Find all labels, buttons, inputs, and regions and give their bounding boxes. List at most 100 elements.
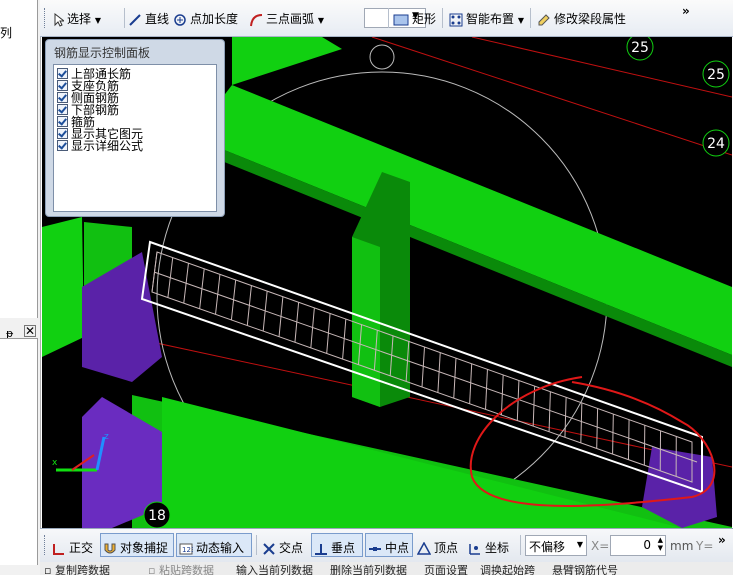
unit-label: mm [670,539,694,553]
toolbar-grip[interactable] [44,535,48,555]
axis-line [471,37,732,98]
checkbox[interactable] [57,68,68,79]
checkbox[interactable] [57,128,68,139]
rebar-display-panel: 钢筋显示控制面板 上部通长筋 支座负筋 侧面钢筋 下部钢筋 箍筋 显示其它图元 … [45,39,225,217]
rectangle-label: 矩形 [412,12,437,26]
modify-beam-button[interactable]: 修改梁段属性 [537,10,626,27]
input-column-button[interactable]: 输入当前列数据 [236,562,313,575]
green-beam-side [192,137,732,367]
green-beam-bottom [162,397,682,528]
axis-label-25b: 25 [707,67,725,83]
green-beam [232,37,342,85]
axis-line [371,37,732,156]
rectangle-icon [393,14,409,25]
left-dock-lower-pane [0,338,38,565]
pointer-icon [54,12,64,27]
cantilever-code-button[interactable]: 悬臂钢筋代号 [552,562,618,575]
toolbar-overflow-button[interactable]: » [682,4,690,18]
vertex-icon [417,541,431,555]
coordinate-button[interactable]: 坐标 [468,539,509,556]
rotation-handle[interactable] [369,44,395,70]
select-label: 选择 [67,12,92,26]
offset-mode-select[interactable]: 不偏移 ▼ [525,535,587,556]
copy-span-button[interactable]: ▫ 复制跨数据 [44,562,110,575]
copy-span-label: 复制跨数据 [54,564,110,575]
svg-text:z: z [104,432,109,442]
smart-layout-icon [449,13,463,26]
toolbar-separator [256,535,257,555]
offset-mode-value: 不偏移 [529,540,566,554]
modify-beam-label: 修改梁段属性 [554,12,627,26]
toolbar-separator [388,8,389,28]
object-snap-button[interactable]: 对象捕捉 [103,539,168,556]
vertex-button[interactable]: 顶点 [417,539,458,556]
delete-column-button[interactable]: 删除当前列数据 [330,562,407,575]
green-beam [192,85,732,355]
rectangle-button[interactable]: 矩形 [393,10,436,27]
green-column [42,217,84,357]
intersection-button[interactable]: 交点 [262,539,303,556]
draw-toolbar: 选择 ▼ 直线 点加长度 三点画弧 ▼ ▼ 矩形 智能布置 ▼ 修改梁段属性 » [40,0,733,37]
checkbox[interactable] [57,140,68,151]
magnet-icon [104,543,116,553]
stirrup-line [548,391,551,432]
close-icon[interactable]: ✕ [24,325,36,337]
x-coordinate-input[interactable]: 0 ▲ ▼ [610,535,666,556]
option-label: 显示详细公式 [71,139,144,153]
checkbox[interactable] [57,104,68,115]
perpendicular-label: 垂点 [331,541,356,555]
intersection-icon [263,542,275,555]
vertex-label: 顶点 [434,541,459,555]
smart-layout-button[interactable]: 智能布置 ▼ [449,10,524,27]
y-label: Y= [696,539,714,553]
checkbox[interactable] [57,80,68,91]
line-button[interactable]: 直线 [128,10,169,27]
page-setup-button[interactable]: 页面设置 [424,562,468,575]
x-label: X= [591,539,610,553]
option-show-formula[interactable]: 显示详细公式 [57,140,143,152]
midpoint-button[interactable]: 中点 [368,539,409,556]
modify-icon [538,13,550,25]
stirrup-line [199,268,205,309]
spinner-icon[interactable]: ▲ ▼ [658,536,663,552]
toolbar-separator [520,535,521,555]
stirrup-line [627,419,630,460]
perpendicular-button[interactable]: 垂点 [314,539,355,556]
checkbox[interactable] [57,116,68,127]
toolbar-grip[interactable] [44,8,48,28]
toolbar-separator [124,8,125,28]
bottom-overflow-button[interactable]: » [718,533,726,547]
smart-layout-label: 智能布置 [466,12,515,26]
ortho-label: 正交 [69,541,94,555]
chevron-down-icon: ▼ [94,16,101,25]
axis-label-18: 18 [148,508,166,524]
line-label: 直线 [145,12,170,26]
snap-toolbar: 正交 对象捕捉 123动态输入 交点 垂点 中点 顶点 坐标 不偏移 ▼ X= … [40,528,733,563]
point-length-label: 点加长度 [190,12,239,26]
point-length-button[interactable]: 点加长度 [173,10,238,27]
axis-label-25a: 25 [631,40,649,56]
midpoint-icon [369,546,381,551]
select-button[interactable]: 选择 ▼ [54,10,101,27]
coordinate-icon [469,543,480,555]
three-point-arc-button[interactable]: 三点画弧 ▼ [249,10,324,27]
swap-span-button[interactable]: 调换起始跨 [480,562,535,575]
ortho-icon [53,543,64,555]
stirrup-line [485,369,488,410]
stirrup-line [500,374,504,415]
point-length-icon [174,13,186,26]
paste-span-button[interactable]: ▫ 粘贴跨数据 [148,562,214,575]
ortho-button[interactable]: 正交 [52,539,93,556]
checkbox[interactable] [57,92,68,103]
stirrup-line [151,251,158,293]
line-icon [129,13,141,26]
perpendicular-icon [315,543,327,555]
toolbar-separator [530,8,531,28]
svg-text:x: x [52,458,58,468]
chevron-down-icon: ▼ [576,540,583,549]
rebar-option-list: 上部通长筋 支座负筋 侧面钢筋 下部钢筋 箍筋 显示其它图元 显示详细公式 [53,64,217,212]
midpoint-label: 中点 [385,541,410,555]
stirrup-line [596,408,599,449]
dynamic-input-button[interactable]: 123动态输入 [179,539,244,556]
paste-span-label: 粘贴跨数据 [158,564,214,575]
